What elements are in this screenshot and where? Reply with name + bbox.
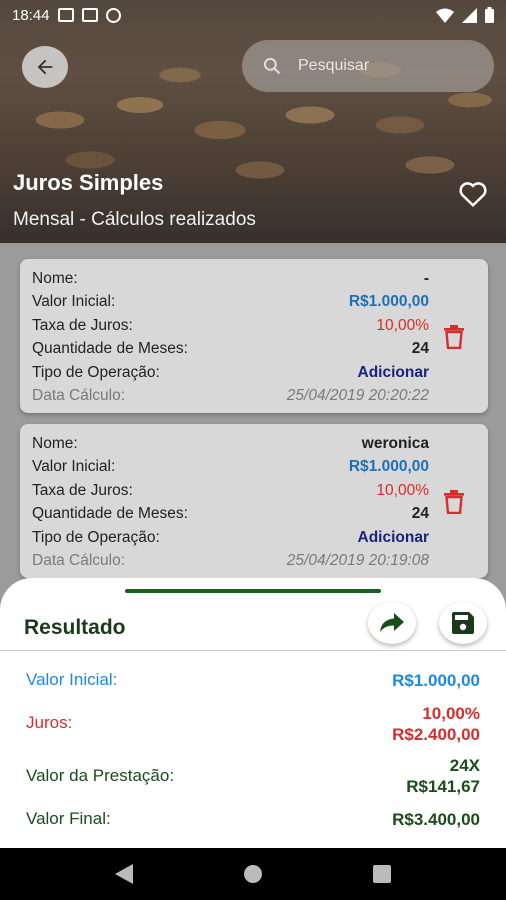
share-button[interactable] (368, 602, 416, 644)
search-bar[interactable] (242, 40, 494, 92)
card-value: R$1.000,00 (348, 458, 429, 476)
battery-icon (485, 7, 494, 23)
wifi-icon (436, 8, 454, 23)
nav-home-icon[interactable] (243, 864, 263, 884)
card-row-initial: Valor Inicial: R$1.000,00 (32, 291, 429, 315)
card-row-date: Data Cálculo: 25/04/2019 20:20:22 (32, 385, 429, 409)
interest-rate: 10,00% (422, 704, 480, 723)
calculation-card[interactable]: Nome: - Valor Inicial: R$1.000,00 Taxa d… (20, 259, 488, 413)
card-value: R$1.000,00 (348, 293, 429, 311)
save-button[interactable] (439, 602, 487, 644)
card-label: Nome: (32, 434, 78, 452)
card-value: 25/04/2019 20:20:22 (286, 387, 429, 405)
card-label: Quantidade de Meses: (32, 340, 188, 358)
card-row-rate: Taxa de Juros: 10,00% (32, 479, 429, 503)
card-label: Data Cálculo: (32, 552, 126, 570)
interest-values: 10,00% R$2.400,00 (392, 703, 480, 745)
card-label: Valor Inicial: (32, 458, 116, 476)
card-row-name: Nome: - (32, 267, 429, 291)
card-label: Taxa de Juros: (32, 316, 133, 334)
page-subtitle: Mensal - Cálculos realizados (13, 209, 256, 230)
card-value: 10,00% (376, 481, 429, 499)
back-arrow-icon (37, 59, 53, 75)
card-label: Data Cálculo: (32, 387, 126, 405)
card-value: 25/04/2019 20:19:08 (286, 552, 429, 570)
sheet-drag-handle[interactable] (125, 589, 381, 593)
installment-count: 24X (449, 756, 480, 775)
result-title: Resultado (24, 616, 126, 639)
card-label: Nome: (32, 269, 78, 287)
delete-button[interactable] (443, 325, 465, 354)
search-icon (263, 57, 281, 75)
card-label: Valor Inicial: (32, 293, 116, 311)
card-row-name: Nome: weronica (32, 432, 429, 456)
card-row-months: Quantidade de Meses: 24 (32, 338, 429, 362)
calculation-card[interactable]: Nome: weronica Valor Inicial: R$1.000,00… (20, 424, 488, 578)
card-value: weronica (361, 434, 429, 452)
card-value: 24 (411, 505, 429, 523)
back-button[interactable] (22, 46, 68, 88)
status-bar: 18:44 (0, 0, 506, 30)
nav-recents-icon[interactable] (373, 865, 391, 883)
card-value: 10,00% (376, 316, 429, 334)
header-overlay (0, 0, 506, 243)
save-icon (452, 612, 474, 634)
final-value: R$3.400,00 (392, 810, 480, 829)
card-row-operation: Tipo de Operação: Adicionar (32, 361, 429, 385)
nav-back-icon[interactable] (115, 864, 133, 884)
card-row-operation: Tipo de Operação: Adicionar (32, 526, 429, 550)
installment-values: 24X R$141,67 (406, 755, 480, 797)
card-value: Adicionar (357, 528, 429, 546)
image-notification-icon (57, 8, 74, 22)
initial-value-label: Valor Inicial: (26, 670, 118, 689)
heart-icon (459, 182, 487, 207)
card-row-date: Data Cálculo: 25/04/2019 20:19:08 (32, 550, 429, 574)
initial-value: R$1.000,00 (392, 671, 480, 690)
installment-amount: R$141,67 (406, 777, 480, 796)
installment-label: Valor da Prestação: (26, 766, 175, 785)
favorite-button[interactable] (458, 180, 488, 213)
card-label: Tipo de Operação: (32, 528, 160, 546)
card-row-initial: Valor Inicial: R$1.000,00 (32, 456, 429, 480)
signal-icon (462, 7, 477, 23)
delete-button[interactable] (443, 490, 465, 519)
card-label: Taxa de Juros: (32, 481, 133, 499)
result-sheet: Resultado Valor Inicial: R$1.000,00 Juro… (0, 578, 506, 848)
system-nav-bar (0, 848, 506, 900)
trash-icon (444, 490, 464, 515)
status-time: 18:44 (12, 6, 50, 24)
sync-notification-icon (105, 7, 121, 23)
sheet-divider (0, 650, 506, 651)
card-row-months: Quantidade de Meses: 24 (32, 503, 429, 527)
interest-amount: R$2.400,00 (392, 725, 480, 744)
interest-label: Juros: (26, 713, 73, 732)
header-image (0, 0, 506, 243)
card-label: Quantidade de Meses: (32, 505, 188, 523)
final-value-label: Valor Final: (26, 809, 111, 828)
page-title: Juros Simples (13, 170, 164, 195)
share-icon (380, 613, 404, 632)
card-value: - (423, 269, 429, 287)
card-value: Adicionar (357, 363, 429, 381)
app-notification-icon (81, 8, 98, 22)
card-label: Tipo de Operação: (32, 363, 160, 381)
card-value: 24 (411, 340, 429, 358)
card-row-rate: Taxa de Juros: 10,00% (32, 314, 429, 338)
search-input[interactable] (298, 57, 468, 75)
trash-icon (444, 325, 464, 350)
